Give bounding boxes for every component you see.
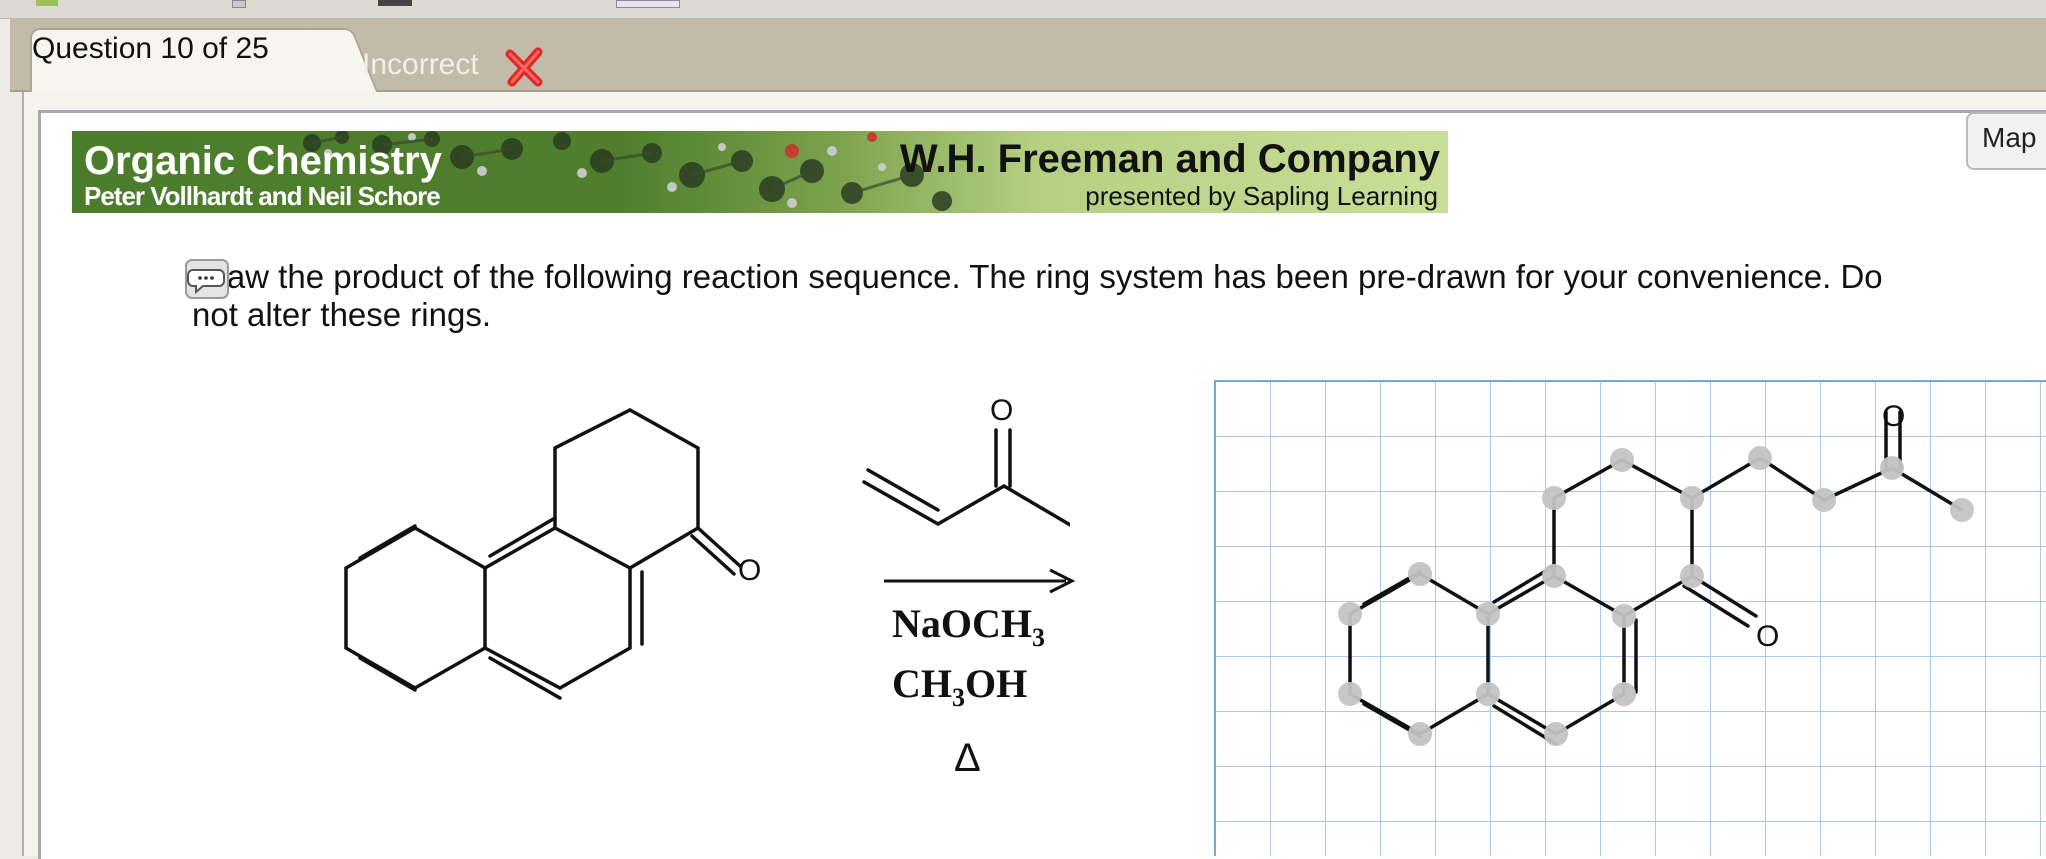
reagent-base: NaOCH3 (892, 600, 1045, 653)
question-text: Draw the product of the following reacti… (192, 258, 1883, 333)
toolbar-icon-4[interactable] (616, 0, 680, 8)
top-toolbar-strip (0, 0, 2046, 19)
toolbar-icon-3[interactable] (378, 0, 412, 6)
reagent-solvent: CH3OH (892, 660, 1027, 713)
incorrect-x-icon (505, 47, 543, 87)
reagent-base-subscript: 3 (1032, 623, 1045, 652)
reagent-solvent-part2: OH (965, 661, 1028, 706)
reagent-base-formula: NaOCH (892, 601, 1032, 646)
banner-presenter: presented by Sapling Learning (1085, 181, 1438, 211)
banner-publisher: W.H. Freeman and Company (899, 137, 1440, 181)
tab-bar: Question 10 of 25 Incorrect (10, 18, 2046, 94)
toolbar-icon-1[interactable] (36, 0, 58, 6)
starting-material-structure: O (344, 408, 761, 700)
carbonyl-oxygen-label: O (738, 554, 761, 587)
answer-ketone-oxygen-label: O (1882, 400, 1905, 433)
ketone-oxygen-label: O (990, 394, 1013, 427)
map-button[interactable]: Map (1966, 112, 2046, 170)
reaction-arrow-icon (884, 568, 1076, 594)
reagent-solvent-subscript: 3 (952, 683, 965, 712)
answer-carbonyl-oxygen-label: O (1756, 620, 1779, 653)
tab-question-label: Question 10 of 25 (32, 32, 269, 65)
toolbar-icon-2[interactable] (232, 0, 246, 8)
comment-icon[interactable] (184, 258, 230, 300)
answer-structure[interactable]: O O (1216, 382, 2046, 858)
banner-title: Organic Chemistry (84, 139, 442, 183)
reaction-heat-condition: Δ (954, 736, 981, 780)
banner-authors: Peter Vollhardt and Neil Schore (84, 181, 441, 211)
drawing-canvas[interactable]: O O (1214, 380, 2046, 856)
status-label: Incorrect (362, 48, 479, 81)
reagent-mvk-structure: O (862, 394, 1070, 527)
textbook-banner: Organic Chemistry Peter Vollhardt and Ne… (72, 131, 1448, 213)
reagent-solvent-part1: CH (892, 661, 952, 706)
